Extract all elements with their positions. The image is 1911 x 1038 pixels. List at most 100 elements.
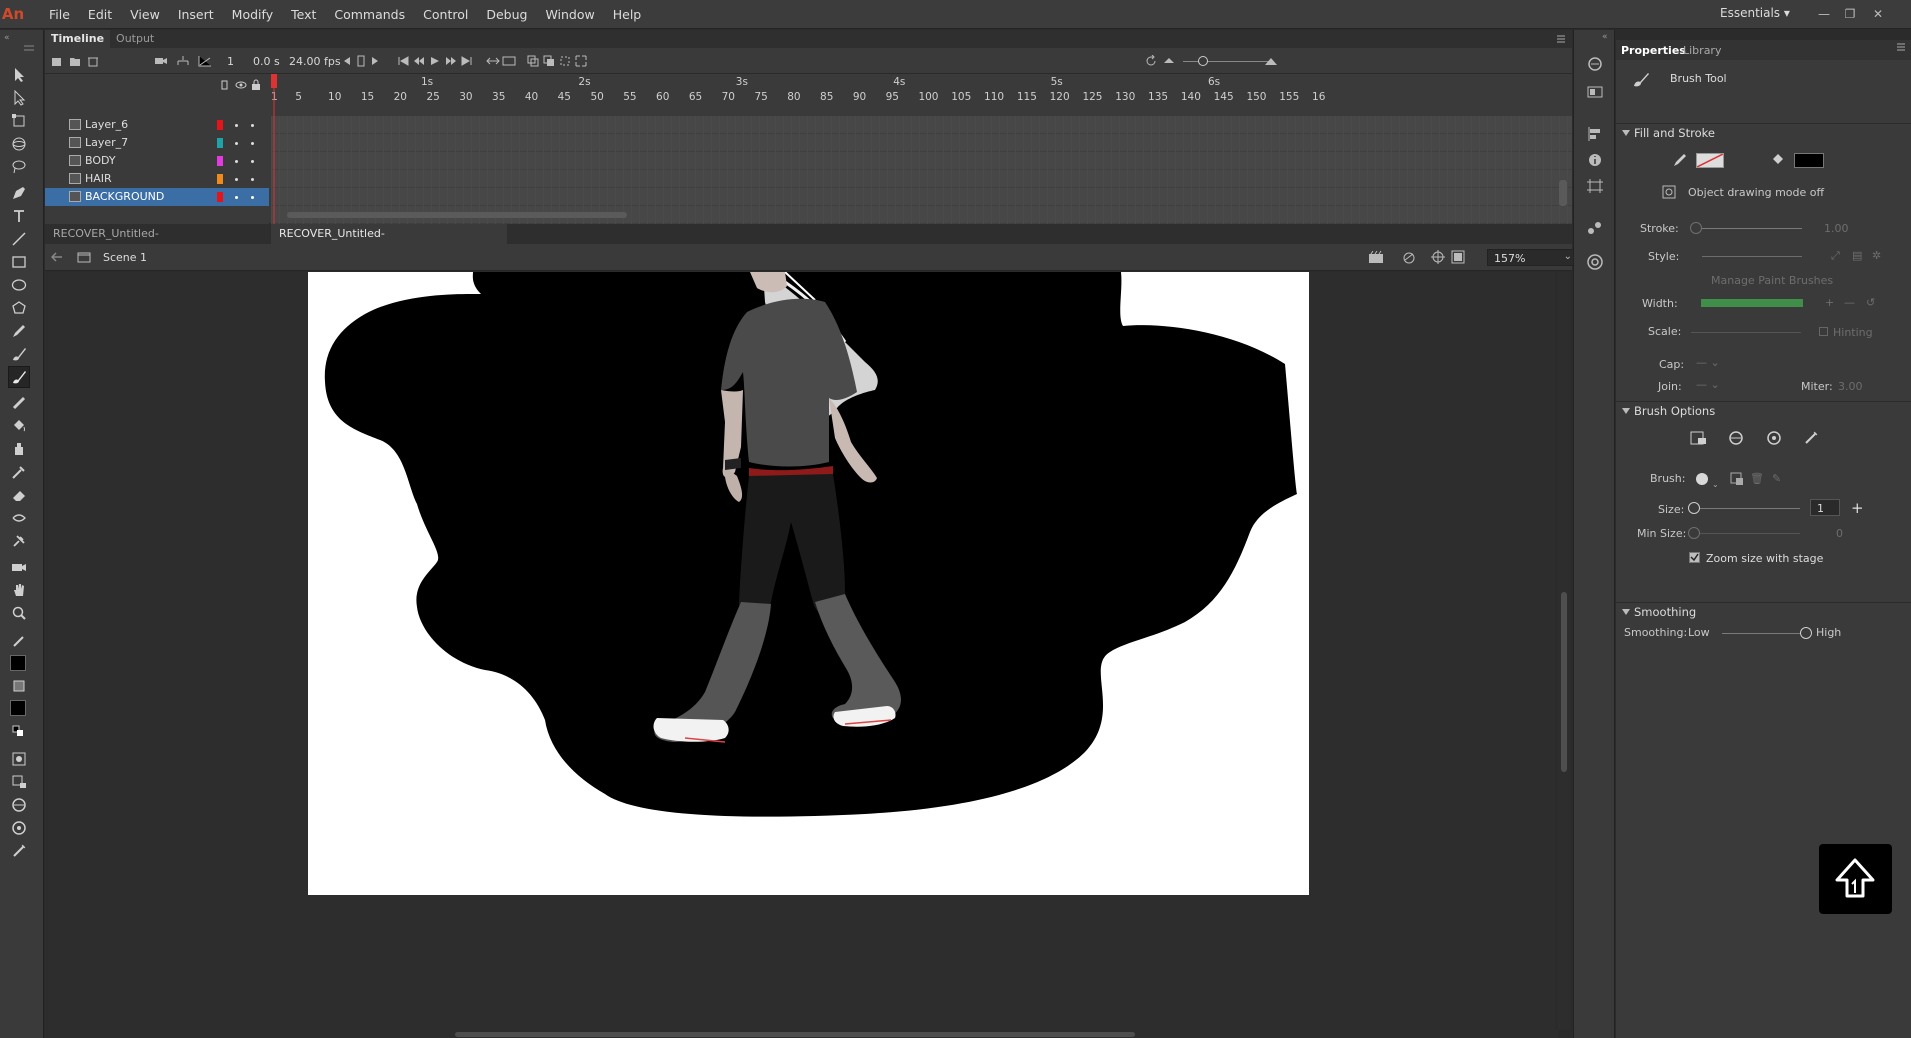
current-time[interactable]: 0.0 s [253,55,280,68]
info-panel-icon[interactable] [1586,152,1604,168]
layer-row-layer-7[interactable]: Layer_7 [45,134,269,152]
line-tool-icon[interactable] [8,228,30,250]
stage-area[interactable] [45,272,1555,1030]
playhead[interactable] [271,74,277,234]
insert-icon[interactable] [501,53,517,69]
delete-brush-icon[interactable]: 🗑 [1750,472,1764,485]
ink-bottle-tool-icon[interactable] [8,438,30,460]
clip-content-icon[interactable] [1451,250,1465,264]
timeline-vscrollbar[interactable] [1559,180,1567,206]
menu-text[interactable]: Text [282,7,325,22]
style-select[interactable] [1702,256,1802,257]
pressure-icon[interactable] [1766,430,1782,446]
3d-rotation-tool-icon[interactable] [8,133,30,155]
paint-bucket-tool-icon[interactable] [8,415,30,437]
delete-layer-icon[interactable] [85,53,101,69]
go-to-last-icon[interactable] [459,53,475,69]
stroke-color-icon[interactable] [8,630,30,652]
tilt-icon[interactable] [1803,430,1819,446]
brush-settings-icon[interactable]: ✲ [1872,249,1881,262]
layer-row-body[interactable]: BODY [45,152,269,170]
tilt-icon[interactable] [8,840,30,862]
width-tool-icon[interactable] [8,507,30,529]
fill-color-swatch[interactable] [10,700,26,716]
play-icon[interactable] [427,53,443,69]
edit-symbols-icon[interactable] [1401,250,1419,264]
menu-commands[interactable]: Commands [325,7,414,22]
center-stage-icon[interactable] [1431,250,1445,264]
fill-and-stroke-section[interactable]: Fill and Stroke [1616,123,1911,141]
zoom-select[interactable]: 157% ⌄ [1487,249,1577,266]
zoom-in-timeline-icon[interactable] [1263,53,1279,69]
layer-lock-dot[interactable] [251,196,254,199]
tab-properties[interactable]: Properties [1621,44,1686,57]
outline-column-icon[interactable] [221,80,229,90]
workspace-switcher[interactable]: Essentials ▾ [1720,6,1812,23]
min-size-value[interactable]: 0 [1836,527,1843,540]
pencil-tool-icon[interactable] [8,320,30,342]
bone-tool-icon[interactable] [8,392,30,414]
new-layer-icon[interactable] [49,53,65,69]
camera-tool-icon[interactable] [8,556,30,578]
tab-output[interactable]: Output [110,30,160,48]
parenting-icon[interactable] [175,53,191,69]
minimize-button[interactable]: — [1812,4,1836,24]
cc-libraries-icon[interactable] [1586,254,1604,270]
eraser-tool-icon[interactable] [8,484,30,506]
object-drawing-icon[interactable] [1662,185,1676,199]
subselection-tool-icon[interactable] [8,87,30,109]
go-to-first-icon[interactable] [395,53,411,69]
stage-horizontal-scrollbar[interactable] [45,1030,1558,1038]
stroke-slider[interactable] [1696,228,1802,229]
back-arrow-icon[interactable] [51,252,63,262]
edit-style-icon[interactable]: ⤢ [1831,249,1840,263]
min-size-slider[interactable] [1696,533,1800,534]
style-options-icon[interactable]: ▤ [1852,249,1862,262]
library-panel-icon[interactable] [1586,56,1604,72]
swap-colors-icon[interactable] [8,721,30,743]
cap-select[interactable]: — ⌄ [1696,356,1720,369]
width-profile-select[interactable] [1701,299,1803,307]
stage-vertical-scroll-thumb[interactable] [1561,592,1567,772]
lock-fill-icon[interactable] [8,771,30,793]
miter-value[interactable]: 3.00 [1838,380,1863,393]
new-folder-icon[interactable] [67,53,83,69]
reset-timeline-icon[interactable] [1143,53,1159,69]
layer-visible-dot[interactable] [235,178,238,181]
edit-brush-icon[interactable]: ✎ [1772,472,1781,485]
tab-library[interactable]: Library [1683,44,1721,57]
lock-icon[interactable] [251,79,261,90]
brush-shape-library-icon[interactable] [1730,472,1744,486]
layer-color-swatch[interactable] [217,138,223,148]
add-size-icon[interactable]: + [1851,499,1864,517]
align-panel-icon[interactable] [1586,126,1604,142]
menu-view[interactable]: View [121,7,169,22]
upload-badge[interactable] [1819,844,1892,914]
menu-file[interactable]: File [40,7,79,22]
graph-icon[interactable] [197,53,213,69]
stroke-value[interactable]: 1.00 [1824,222,1849,235]
brush-options-section[interactable]: Brush Options [1616,401,1911,419]
collapse-icon[interactable]: « [4,33,10,43]
timeline-zoom-knob[interactable] [1198,56,1208,66]
layer-color-swatch[interactable] [217,120,223,130]
layer-color-swatch[interactable] [217,192,223,202]
document-tab-untitled-3[interactable]: RECOVER_Untitled-3_20195266556.fla× [45,224,267,260]
layer-row-background[interactable]: BACKGROUND [45,188,269,206]
transform-panel-icon[interactable] [1586,178,1604,194]
scale-select[interactable] [1691,332,1801,333]
pin-tool-icon[interactable] [8,530,30,552]
brush-library-icon[interactable] [1690,430,1708,446]
timeline-zoom-slider[interactable] [1183,61,1271,62]
stroke-color-swatch[interactable] [10,655,26,671]
timeline-scrollbar[interactable] [287,212,627,218]
layer-row-hair[interactable]: HAIR [45,170,269,188]
menu-insert[interactable]: Insert [169,7,223,22]
size-slider-knob[interactable] [1688,502,1700,514]
expand-panels-icon[interactable]: « [1602,32,1608,42]
stroke-slider-knob[interactable] [1690,222,1702,234]
smoothing-section[interactable]: Smoothing [1616,602,1911,620]
onion-skin-icon[interactable] [525,53,541,69]
layer-lock-dot[interactable] [251,124,254,127]
restore-button[interactable]: ❐ [1838,4,1862,24]
